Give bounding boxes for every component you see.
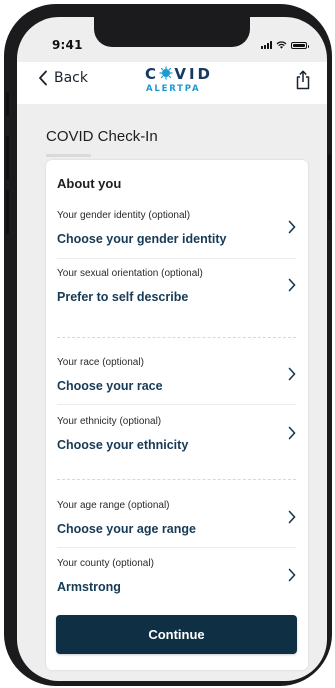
row-label: Your sexual orientation (optional)	[57, 268, 203, 279]
chevron-left-icon	[39, 70, 47, 86]
ethnicity-row[interactable]: Your ethnicity (optional) Choose your et…	[46, 416, 308, 470]
wifi-icon	[276, 41, 287, 49]
row-value: Choose your age range	[57, 522, 196, 536]
section-divider	[57, 479, 296, 480]
row-value: Armstrong	[57, 580, 121, 594]
logo-bottom-text: ALERTPA	[146, 84, 201, 94]
row-value: Prefer to self describe	[57, 290, 189, 304]
age-range-row[interactable]: Your age range (optional) Choose your ag…	[46, 500, 308, 554]
race-row[interactable]: Your race (optional) Choose your race	[46, 357, 308, 411]
status-icons	[261, 41, 309, 49]
virus-icon	[159, 66, 173, 80]
covid-alert-pa-logo: COVID ALERTPA	[145, 65, 215, 99]
county-row[interactable]: Your county (optional) Armstrong	[46, 558, 308, 612]
battery-icon	[291, 42, 309, 49]
power-button	[328, 154, 331, 220]
divider	[57, 404, 296, 405]
chevron-right-icon	[288, 510, 296, 524]
row-value: Choose your gender identity	[57, 232, 227, 246]
back-button[interactable]: Back	[38, 70, 88, 86]
row-label: Your gender identity (optional)	[57, 210, 191, 221]
page-title: COVID Check-In	[46, 128, 158, 145]
row-label: Your race (optional)	[57, 357, 144, 368]
chevron-right-icon	[288, 426, 296, 440]
page-title-underline	[46, 154, 91, 157]
divider	[57, 547, 296, 548]
about-you-card: About you Your gender identity (optional…	[46, 160, 308, 670]
gender-identity-row[interactable]: Your gender identity (optional) Choose y…	[46, 210, 308, 264]
chevron-right-icon	[288, 568, 296, 582]
sexual-orientation-row[interactable]: Your sexual orientation (optional) Prefe…	[46, 268, 308, 322]
volume-down-button	[6, 190, 9, 234]
section-divider	[57, 337, 296, 338]
row-label: Your age range (optional)	[57, 500, 170, 511]
chevron-right-icon	[288, 278, 296, 292]
continue-button[interactable]: Continue	[56, 615, 297, 654]
volume-up-button	[6, 136, 9, 180]
signal-icon	[261, 41, 272, 49]
row-label: Your ethnicity (optional)	[57, 416, 162, 427]
silent-switch	[6, 92, 9, 116]
phone-frame: 9:41 Back COVID ALERTPA COVID Check-In A…	[4, 4, 332, 686]
row-label: Your county (optional)	[57, 558, 154, 569]
chevron-right-icon	[288, 367, 296, 381]
navigation-bar: Back COVID ALERTPA	[17, 62, 327, 104]
chevron-right-icon	[288, 220, 296, 234]
card-heading: About you	[57, 176, 122, 191]
notch	[94, 17, 250, 47]
share-button[interactable]	[295, 70, 311, 94]
status-time: 9:41	[52, 38, 83, 52]
share-icon	[296, 70, 310, 90]
row-value: Choose your race	[57, 379, 163, 393]
divider	[57, 258, 296, 259]
screen: 9:41 Back COVID ALERTPA COVID Check-In A…	[17, 17, 327, 681]
back-label: Back	[54, 70, 88, 86]
logo-top-text: COVID	[145, 65, 213, 83]
row-value: Choose your ethnicity	[57, 438, 189, 452]
